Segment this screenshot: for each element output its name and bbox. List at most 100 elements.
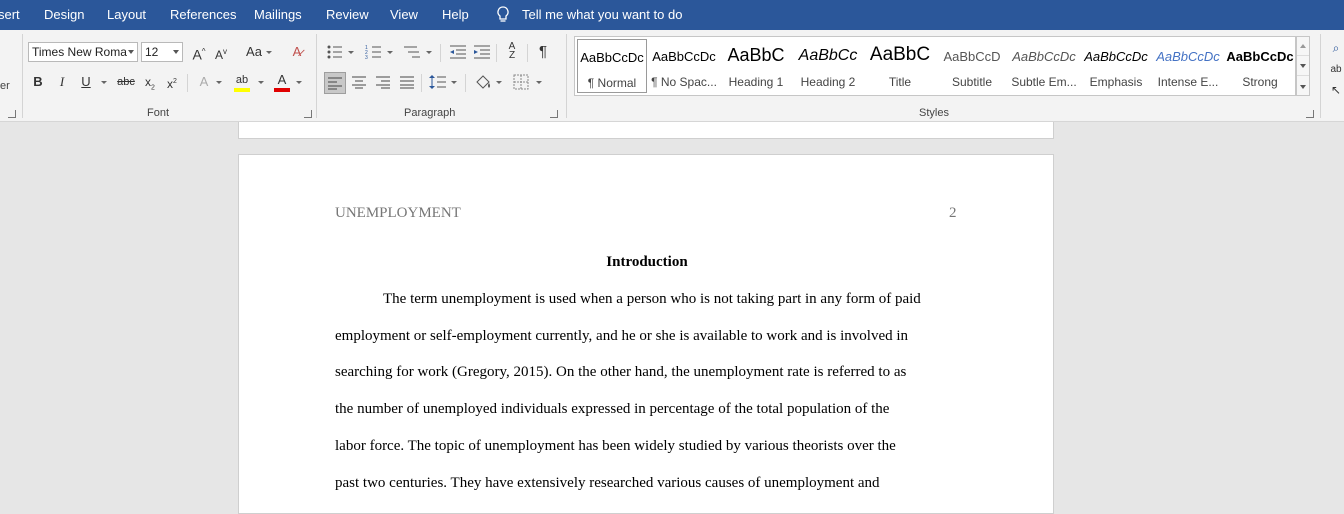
paragraph-line: The term unemployment is used when a per… <box>383 291 921 307</box>
replace-icon[interactable]: ab <box>1328 60 1344 80</box>
grow-font-icon[interactable]: A^ <box>190 42 208 63</box>
style-normal[interactable]: AaBbCcDc ¶ Normal <box>577 39 647 93</box>
style-heading-2[interactable]: AaBbCc Heading 2 <box>793 39 863 93</box>
tab-help[interactable]: Help <box>442 7 469 22</box>
separator <box>1320 34 1321 118</box>
scroll-up-icon[interactable] <box>1297 37 1309 56</box>
chevron-down-icon[interactable] <box>216 81 222 84</box>
bullets-icon[interactable] <box>326 44 344 60</box>
decrease-indent-icon[interactable] <box>449 44 467 60</box>
align-center-icon[interactable] <box>351 75 367 89</box>
find-icon[interactable]: ⌕ <box>1328 38 1344 58</box>
align-left-icon <box>328 77 342 90</box>
style-no-spacing[interactable]: AaBbCcDc ¶ No Spac... <box>649 39 719 93</box>
style-subtitle[interactable]: AaBbCcD Subtitle <box>937 39 1007 93</box>
borders-icon[interactable] <box>513 74 529 90</box>
line-spacing-icon[interactable] <box>429 74 447 90</box>
chevron-down-icon[interactable] <box>348 51 354 54</box>
scroll-down-icon[interactable] <box>1297 57 1309 76</box>
style-heading-1[interactable]: AaBbC Heading 1 <box>721 39 791 93</box>
show-formatting-icon[interactable]: ¶ <box>534 42 552 62</box>
style-preview: AaBbCcDc <box>652 49 716 64</box>
style-name: Heading 1 <box>728 75 784 89</box>
font-group-label: Font <box>147 107 170 119</box>
style-strong[interactable]: AaBbCcDc Strong <box>1225 39 1295 93</box>
document-page[interactable]: UNEMPLOYMENT 2 Introduction The term une… <box>238 154 1054 514</box>
increase-indent-icon[interactable] <box>473 44 491 60</box>
tab-review[interactable]: Review <box>326 7 369 22</box>
style-name: Emphasis <box>1089 75 1143 89</box>
tab-mailings[interactable]: Mailings <box>254 7 302 22</box>
paragraph-group-label: Paragraph <box>404 107 456 119</box>
align-left-button[interactable] <box>324 72 346 94</box>
running-head: UNEMPLOYMENT <box>335 205 461 221</box>
clipboard-partial-label: er <box>0 80 10 92</box>
style-preview: AaBbCc <box>798 47 858 64</box>
styles-launcher-icon[interactable] <box>1306 110 1314 118</box>
multilevel-list-icon[interactable] <box>403 44 421 60</box>
tab-design[interactable]: Design <box>44 7 84 22</box>
paragraph-line: searching for work (Gregory, 2015). On t… <box>335 364 907 380</box>
highlight-icon[interactable]: ab <box>233 70 251 92</box>
chevron-down-icon[interactable] <box>451 81 457 84</box>
svg-text:3: 3 <box>365 55 368 60</box>
style-emphasis[interactable]: AaBbCcDc Emphasis <box>1081 39 1151 93</box>
strikethrough-icon[interactable]: abc <box>114 72 138 92</box>
previous-page-bottom <box>238 122 1054 139</box>
font-name-combo[interactable]: Times New Roma <box>28 42 138 62</box>
shrink-font-icon[interactable]: Av <box>212 42 230 62</box>
subscript-icon[interactable]: x2 <box>142 72 158 92</box>
font-name-value: Times New Roma <box>32 45 127 59</box>
chevron-down-icon[interactable] <box>296 81 302 84</box>
font-color-icon[interactable]: A <box>273 70 291 92</box>
paragraph-launcher-icon[interactable] <box>550 110 558 118</box>
tab-layout[interactable]: Layout <box>107 7 146 22</box>
separator <box>566 34 567 118</box>
separator <box>527 44 528 62</box>
text-effects-icon[interactable]: A <box>195 72 213 92</box>
clipboard-launcher-icon[interactable] <box>8 110 16 118</box>
style-preview: AaBbCcDc <box>1226 49 1294 64</box>
style-intense-emphasis[interactable]: AaBbCcDc Intense E... <box>1153 39 1223 93</box>
separator <box>465 74 466 92</box>
font-launcher-icon[interactable] <box>304 110 312 118</box>
select-icon[interactable]: ↖ <box>1328 80 1344 100</box>
sort-icon[interactable]: AZ <box>503 42 521 62</box>
shading-icon[interactable] <box>474 74 492 90</box>
style-subtle-emphasis[interactable]: AaBbCcDc Subtle Em... <box>1009 39 1079 93</box>
bold-icon[interactable]: B <box>30 72 46 92</box>
underline-icon[interactable]: U <box>78 72 94 92</box>
more-styles-icon[interactable] <box>1297 77 1309 96</box>
justify-icon[interactable] <box>399 75 415 89</box>
clear-formatting-icon[interactable]: A̷ <box>287 42 307 62</box>
superscript-icon[interactable]: x2 <box>164 72 180 92</box>
align-right-icon[interactable] <box>375 75 391 89</box>
chevron-down-icon[interactable] <box>101 81 107 84</box>
chevron-down-icon <box>128 50 134 54</box>
tab-view[interactable]: View <box>390 7 418 22</box>
styles-gallery: AaBbCcDc ¶ Normal AaBbCcDc ¶ No Spac... … <box>574 36 1296 96</box>
font-size-combo[interactable]: 12 <box>141 42 183 62</box>
tab-insert[interactable]: sert <box>0 7 20 22</box>
separator <box>316 34 317 118</box>
style-preview: AaBbC <box>869 44 931 65</box>
separator <box>22 34 23 118</box>
section-heading: Introduction <box>606 254 688 270</box>
chevron-down-icon[interactable] <box>387 51 393 54</box>
chevron-down-icon[interactable] <box>536 81 542 84</box>
style-title[interactable]: AaBbC Title <box>865 39 935 93</box>
paragraph-line: labor force. The topic of unemployment h… <box>335 438 896 454</box>
page-number: 2 <box>949 205 957 221</box>
chevron-down-icon[interactable] <box>426 51 432 54</box>
tab-references[interactable]: References <box>170 7 236 22</box>
style-preview: AaBbCcDc <box>580 50 644 65</box>
chevron-down-icon[interactable] <box>266 51 272 54</box>
styles-scroll <box>1296 36 1310 96</box>
lightbulb-icon <box>497 6 509 22</box>
chevron-down-icon[interactable] <box>258 81 264 84</box>
ribbon: er Times New Roma 12 A^ Av Aa A̷ B I U a… <box>0 30 1344 122</box>
italic-icon[interactable]: I <box>54 72 70 92</box>
change-case-icon[interactable]: Aa <box>242 42 266 62</box>
chevron-down-icon[interactable] <box>496 81 502 84</box>
numbering-icon[interactable]: 123 <box>365 44 383 60</box>
